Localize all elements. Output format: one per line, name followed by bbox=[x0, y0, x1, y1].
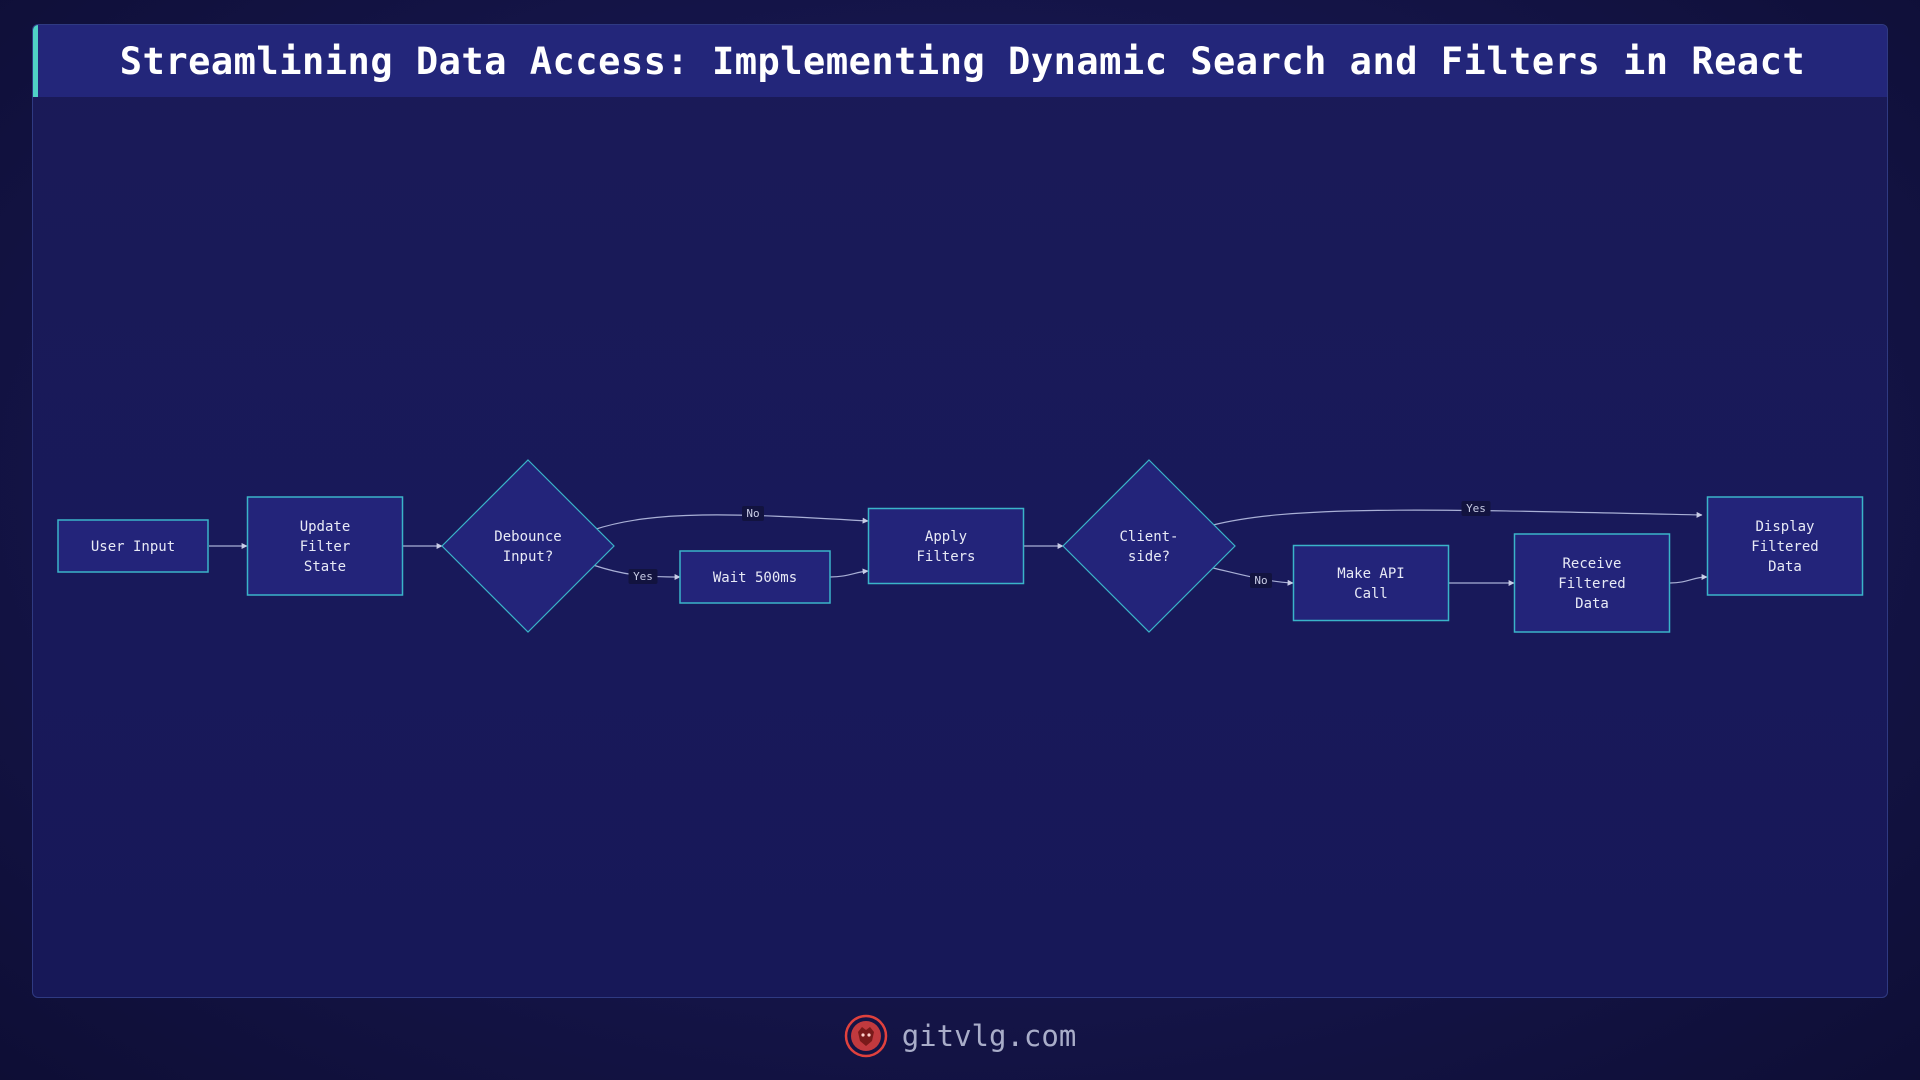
node-label: Display bbox=[1755, 519, 1814, 535]
node-label: Filters bbox=[916, 549, 975, 565]
lion-icon bbox=[844, 1014, 887, 1058]
node-label: Data bbox=[1575, 596, 1609, 612]
node-client-side: Client-side? bbox=[1062, 459, 1236, 633]
edge-receive_filtered_data-to-display_filtered_data bbox=[1669, 574, 1708, 584]
node-shape bbox=[1292, 544, 1450, 622]
node-label: State bbox=[304, 559, 346, 575]
node-display-filtered-data: Display Filtered Data bbox=[1706, 496, 1864, 596]
node-label: Update bbox=[300, 519, 351, 535]
node-label: side? bbox=[1128, 549, 1170, 565]
footer-site: gitvlg.com bbox=[901, 1019, 1077, 1053]
node-label: Call bbox=[1354, 586, 1388, 602]
edge-label: Yes bbox=[628, 569, 658, 584]
node-make-api-call: Make API Call bbox=[1292, 544, 1450, 622]
edge-label: No bbox=[1250, 573, 1272, 588]
node-label: Apply bbox=[925, 529, 967, 545]
edge-label-text: Yes bbox=[633, 570, 653, 583]
node-label: Receive bbox=[1562, 556, 1621, 572]
edge-label: No bbox=[742, 506, 764, 521]
node-user-input: User Input bbox=[57, 519, 209, 573]
footer: gitvlg.com bbox=[0, 1008, 1920, 1064]
node-update-filter-state: Update Filter State bbox=[246, 496, 404, 596]
diagram-panel: Streamlining Data Access: Implementing D… bbox=[32, 24, 1888, 998]
node-shape bbox=[867, 507, 1025, 585]
node-label: Debounce bbox=[494, 529, 561, 545]
edge-label: Yes bbox=[1461, 501, 1491, 516]
node-apply-filters: Apply Filters bbox=[867, 507, 1025, 585]
node-wait-500ms: Wait 500ms bbox=[679, 550, 831, 604]
node-label: Client- bbox=[1119, 529, 1178, 545]
node-label: Filtered bbox=[1751, 539, 1818, 555]
edge-wait_500ms-to-apply_filters bbox=[829, 568, 869, 578]
edge-client_side-to-display_filtered_data bbox=[1212, 509, 1703, 526]
edge-debounce_input-to-apply_filters bbox=[592, 514, 869, 531]
node-label: Data bbox=[1768, 559, 1802, 575]
node-label: Filter bbox=[300, 539, 351, 555]
node-label: User Input bbox=[91, 539, 175, 555]
edge-label-text: No bbox=[1254, 574, 1267, 587]
node-label: Make API bbox=[1337, 566, 1404, 582]
node-shape bbox=[441, 459, 615, 633]
node-label: Input? bbox=[503, 549, 554, 565]
node-label: Wait 500ms bbox=[713, 570, 797, 586]
node-debounce-input: Debounce Input? bbox=[441, 459, 615, 633]
node-label: Filtered bbox=[1558, 576, 1625, 592]
node-receive-filtered-data: Receive Filtered Data bbox=[1513, 533, 1671, 633]
flowchart: No Yes Yes No User Input Update Filter State De… bbox=[57, 459, 1864, 633]
edge-label-text: Yes bbox=[1466, 502, 1486, 515]
node-shape bbox=[1062, 459, 1236, 633]
edge-label-text: No bbox=[746, 507, 759, 520]
